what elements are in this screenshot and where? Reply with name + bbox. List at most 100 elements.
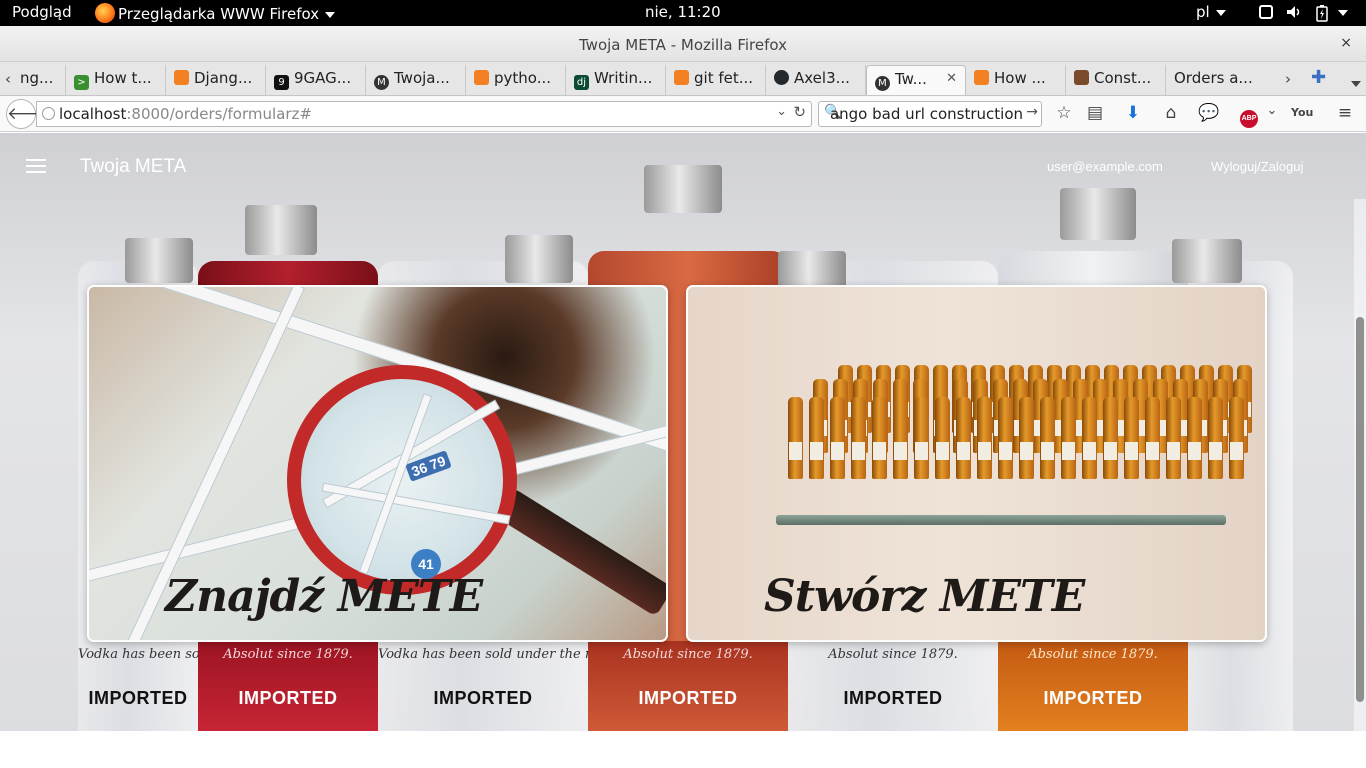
logout-login-link[interactable]: Wyloguj/Zaloguj bbox=[1211, 159, 1303, 174]
hamburger-menu-icon[interactable] bbox=[26, 159, 46, 175]
bookmark-star-icon[interactable]: ☆ bbox=[1053, 103, 1075, 123]
stackoverflow-icon bbox=[674, 70, 689, 85]
beer-bottle-label bbox=[1209, 442, 1222, 461]
search-bar[interactable]: 🔍 ango bad url construction → bbox=[818, 101, 1042, 127]
tab[interactable]: ng... bbox=[14, 65, 66, 95]
app-menu[interactable]: Przeglądarka WWW Firefox bbox=[95, 3, 336, 23]
tab[interactable]: pytho... bbox=[466, 65, 566, 95]
bottle-cap bbox=[245, 205, 317, 255]
url-bar[interactable]: localhost:8000/orders/formularz# ⌄ ↻ bbox=[36, 101, 812, 127]
bottle-label: Absolut since 1879. IMPORTED bbox=[588, 641, 788, 731]
label-text: Absolut since 1879. bbox=[623, 647, 753, 662]
new-tab-icon[interactable]: ✚ bbox=[1311, 67, 1326, 88]
user-email-link[interactable]: user@example.com bbox=[1047, 159, 1163, 174]
power-menu[interactable] bbox=[1332, 3, 1348, 21]
tab[interactable]: dj Writin... bbox=[566, 65, 666, 95]
beer-bottle bbox=[893, 397, 908, 479]
create-meta-title[interactable]: Stwórz METE bbox=[764, 571, 1085, 622]
tab[interactable]: git fet... bbox=[666, 65, 766, 95]
meta-icon: M bbox=[374, 75, 389, 90]
beer-bottle-label bbox=[978, 442, 991, 461]
window-titlebar: Twoja META - Mozilla Firefox × bbox=[0, 26, 1366, 62]
tab[interactable]: Axel3... bbox=[766, 65, 866, 95]
tab-label: Orders a... bbox=[1174, 69, 1253, 87]
scroll-tabs-right-icon[interactable]: › bbox=[1285, 70, 1291, 88]
beer-bottle-label bbox=[915, 442, 928, 461]
bottle-cap bbox=[125, 238, 193, 283]
clock[interactable]: nie, 11:20 bbox=[645, 3, 721, 21]
beer-bottle-label bbox=[1125, 442, 1138, 461]
tab[interactable]: M Twoja... bbox=[366, 65, 466, 95]
beer-bottle-label bbox=[789, 442, 802, 461]
beer-bottle bbox=[977, 397, 992, 479]
bottle-label: Absolut since 1879. IMPORTED bbox=[998, 641, 1188, 731]
label-imported: IMPORTED bbox=[238, 688, 338, 708]
shelf bbox=[776, 515, 1226, 525]
beer-bottle-label bbox=[1146, 442, 1159, 461]
home-icon[interactable]: ⌂ bbox=[1160, 103, 1182, 123]
tab[interactable]: Orders a... bbox=[1166, 65, 1276, 95]
magnifier-handle bbox=[494, 487, 666, 617]
label-text: Vodka has been sold under the name bbox=[378, 647, 588, 662]
youtube-icon[interactable]: You bbox=[1291, 106, 1313, 119]
tab[interactable]: 9 9GAG... bbox=[266, 65, 366, 95]
terminal-icon: > bbox=[74, 75, 89, 90]
hamburger-menu-icon[interactable]: ≡ bbox=[1334, 103, 1356, 123]
app-menu-label: Przeglądarka WWW Firefox bbox=[118, 5, 320, 23]
url-host: localhost bbox=[59, 105, 127, 123]
url-path: :8000/orders/formularz# bbox=[126, 105, 312, 123]
beer-bottle bbox=[935, 397, 950, 479]
url-text[interactable]: localhost:8000/orders/formularz# bbox=[59, 105, 312, 123]
tab-label: Axel3... bbox=[794, 69, 850, 87]
bottle-label: Absolut since 1879. IMPORTED bbox=[198, 641, 378, 731]
tab[interactable]: Djang... bbox=[166, 65, 266, 95]
scrollbar-thumb[interactable] bbox=[1356, 317, 1364, 702]
beer-bottle bbox=[809, 397, 824, 479]
github-icon bbox=[774, 70, 789, 85]
tab[interactable]: > How t... bbox=[66, 65, 166, 95]
close-icon[interactable]: × bbox=[1340, 35, 1352, 51]
tab-label: 9GAG... bbox=[294, 69, 352, 87]
scroll-tabs-left-icon[interactable]: ‹ bbox=[5, 70, 11, 88]
keyboard-layout-label: pl bbox=[1196, 3, 1210, 21]
window-title: Twoja META - Mozilla Firefox bbox=[579, 36, 787, 54]
label-imported: IMPORTED bbox=[433, 688, 533, 708]
beer-bottle-label bbox=[1062, 442, 1075, 461]
keyboard-layout[interactable]: pl bbox=[1196, 3, 1226, 21]
site-title[interactable]: Twoja META bbox=[80, 156, 186, 178]
beer-bottle bbox=[851, 397, 866, 479]
bookmarks-menu-icon[interactable]: ▤ bbox=[1084, 103, 1106, 123]
find-meta-title[interactable]: Znajdź METE bbox=[165, 571, 483, 622]
label-imported: IMPORTED bbox=[1043, 688, 1143, 708]
create-meta-card[interactable]: Stwórz METE bbox=[686, 285, 1267, 642]
adblock-plus-icon[interactable]: ABP bbox=[1238, 105, 1260, 128]
search-go-arrow-icon[interactable]: → bbox=[1026, 104, 1038, 120]
search-input[interactable]: ango bad url construction bbox=[830, 105, 1023, 123]
stackoverflow-icon bbox=[174, 70, 189, 85]
chevron-down-icon bbox=[1338, 9, 1348, 16]
downloads-icon[interactable]: ⬇ bbox=[1122, 103, 1144, 123]
window-icon[interactable] bbox=[1258, 4, 1274, 24]
close-tab-icon[interactable]: ✕ bbox=[946, 71, 957, 86]
reload-icon[interactable]: ↻ bbox=[793, 103, 806, 121]
beer-bottle bbox=[1040, 397, 1055, 479]
adblock-dropdown-icon[interactable]: ⌄ bbox=[1261, 103, 1283, 118]
back-arrow-icon[interactable]: 🡐 bbox=[6, 99, 53, 129]
stackoverflow-icon bbox=[474, 70, 489, 85]
stackoverflow-icon bbox=[974, 70, 989, 85]
beer-bottle-label bbox=[957, 442, 970, 461]
beer-bottle bbox=[1187, 397, 1202, 479]
activities-button[interactable]: Podgląd bbox=[12, 3, 72, 21]
beer-bottle-label bbox=[1041, 442, 1054, 461]
tab-active[interactable]: M Tw... ✕ bbox=[866, 65, 966, 95]
page-scrollbar[interactable] bbox=[1354, 199, 1366, 731]
tab[interactable]: How ... bbox=[966, 65, 1066, 95]
tab-list-icon[interactable] bbox=[1345, 74, 1361, 92]
tab[interactable]: Const... bbox=[1066, 65, 1166, 95]
url-history-dropdown-icon[interactable]: ⌄ bbox=[776, 104, 787, 119]
volume-icon[interactable] bbox=[1285, 4, 1303, 24]
chat-icon[interactable]: 💬 bbox=[1198, 103, 1220, 123]
battery-icon[interactable] bbox=[1315, 4, 1329, 26]
page-content: Vodka has been sold under the name IMPORT… bbox=[0, 133, 1366, 731]
find-meta-card[interactable]: 36 79 41 Znajdź METE bbox=[87, 285, 668, 642]
